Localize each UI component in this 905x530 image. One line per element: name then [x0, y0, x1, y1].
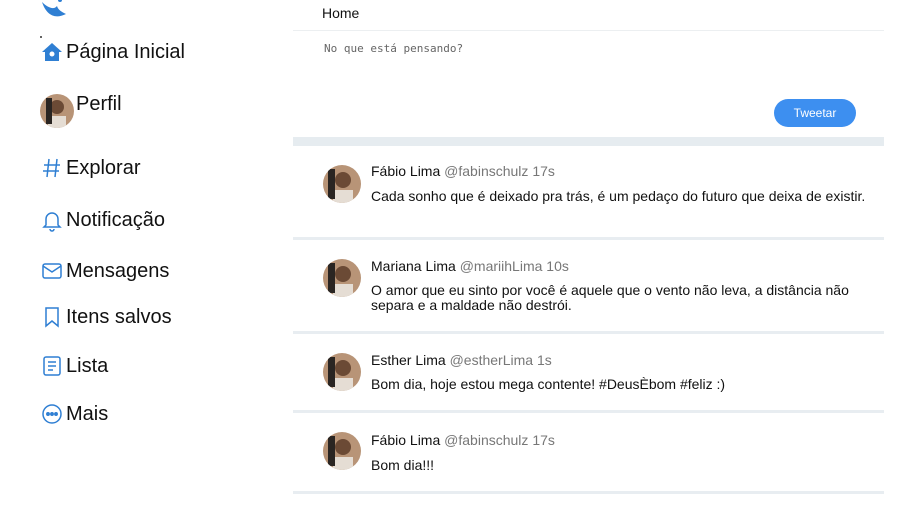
tweet-author-handle[interactable]: @estherLima: [450, 352, 533, 368]
tweet-author-name[interactable]: Mariana Lima: [371, 258, 456, 274]
tweet-author-name[interactable]: Fábio Lima: [371, 432, 440, 448]
avatar[interactable]: [323, 259, 361, 297]
sidebar-item-label: Mensagens: [66, 259, 170, 282]
sidebar-item-notifications[interactable]: Notificação: [40, 208, 165, 232]
mail-icon: [40, 259, 64, 283]
tweet-button[interactable]: Tweetar: [774, 99, 856, 127]
tweet-meta: Esther Lima @estherLima 1s: [371, 352, 552, 368]
compose-input[interactable]: [322, 40, 846, 94]
bell-icon: [40, 208, 64, 232]
tweet-meta: Mariana Lima @mariihLima 10s: [371, 258, 569, 274]
tweet-timestamp: 10s: [546, 258, 569, 274]
section-divider: [293, 137, 884, 146]
sidebar-item-label: Página Inicial: [66, 40, 185, 63]
sidebar-item-label: Explorar: [66, 156, 141, 179]
sidebar-item-messages[interactable]: Mensagens: [40, 259, 169, 283]
tweet-author-handle[interactable]: @mariihLima: [460, 258, 543, 274]
sidebar-item-more[interactable]: Mais: [40, 402, 108, 426]
sidebar-item-bookmarks[interactable]: Itens salvos: [40, 305, 172, 329]
tweet-item[interactable]: Mariana Lima @mariihLima 10s O amor que …: [293, 240, 884, 334]
bookmark-icon: [40, 305, 64, 329]
tweet-text: Cada sonho que é deixado pra trás, é um …: [371, 188, 866, 204]
tweet-timestamp: 17s: [532, 163, 555, 179]
feed-header: Home: [293, 0, 884, 31]
avatar[interactable]: [323, 353, 361, 391]
tweet-item[interactable]: Fábio Lima @fabinschulz 17s Bom dia!!!: [293, 413, 884, 494]
sidebar-item-home[interactable]: Página Inicial: [40, 40, 185, 64]
tweet-timestamp: 1s: [536, 352, 552, 368]
sidebar-item-explore[interactable]: Explorar: [40, 156, 140, 180]
tweet-item[interactable]: Esther Lima @estherLima 1s Bom dia, hoje…: [293, 334, 884, 413]
compose-box: Tweetar: [293, 31, 884, 137]
tweet-text: O amor que eu sinto por você é aquele qu…: [371, 282, 849, 313]
decorative-dot: [40, 36, 42, 38]
home-icon: [40, 40, 64, 64]
tweet-author-handle[interactable]: @fabinschulz: [444, 432, 528, 448]
tweet-meta: Fábio Lima @fabinschulz 17s: [371, 163, 555, 179]
page-title: Home: [322, 5, 360, 21]
sidebar-item-lists[interactable]: Lista: [40, 354, 108, 378]
avatar: [40, 94, 74, 128]
sidebar-item-label: Itens salvos: [66, 305, 172, 328]
tweet-meta: Fábio Lima @fabinschulz 17s: [371, 432, 555, 448]
sidebar-item-label: Mais: [66, 402, 109, 425]
bird-logo-icon[interactable]: [40, 0, 70, 22]
sidebar: Página Inicial Perfil Explorar Notificaç…: [0, 0, 290, 530]
tweet-text: Bom dia!!!: [371, 457, 435, 473]
tweet-author-handle[interactable]: @fabinschulz: [444, 163, 528, 179]
feed: Home Tweetar Fábio Lima @fabinschulz 17s…: [293, 0, 884, 530]
avatar[interactable]: [323, 165, 361, 203]
avatar[interactable]: [323, 432, 361, 470]
sidebar-item-profile[interactable]: Perfil: [40, 93, 122, 128]
tweet-timestamp: 17s: [532, 432, 555, 448]
sidebar-item-label: Lista: [66, 354, 109, 377]
sidebar-item-label: Perfil: [76, 93, 122, 115]
tweet-author-name[interactable]: Fábio Lima: [371, 163, 440, 179]
hashtag-icon: [40, 156, 64, 180]
tweet-item[interactable]: Fábio Lima @fabinschulz 17s Cada sonho q…: [293, 146, 884, 240]
sidebar-item-label: Notificação: [66, 208, 165, 231]
tweet-text: Bom dia, hoje estou mega contente! #Deus…: [371, 376, 726, 392]
list-icon: [40, 354, 64, 378]
tweet-author-name[interactable]: Esther Lima: [371, 352, 446, 368]
more-icon: [40, 402, 64, 426]
